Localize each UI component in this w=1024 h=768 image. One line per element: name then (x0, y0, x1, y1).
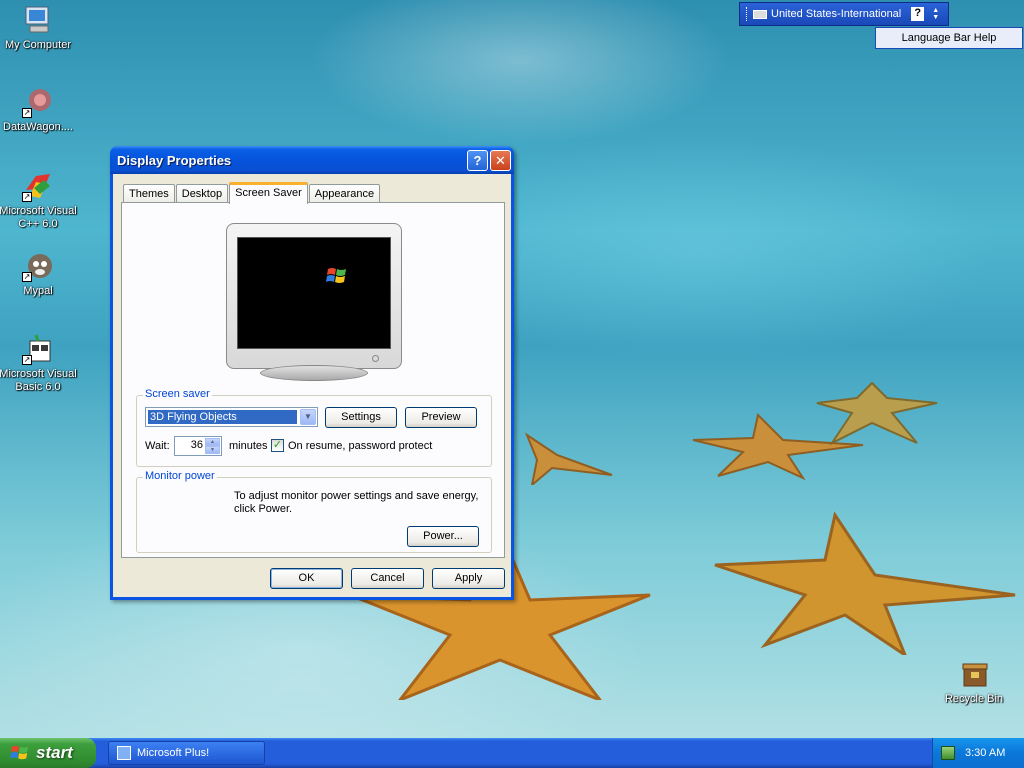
title-bar[interactable]: Display Properties ? ✕ (110, 146, 514, 174)
wait-label: Wait: (145, 440, 170, 452)
ok-button[interactable]: OK (270, 568, 343, 589)
password-protect-label[interactable]: On resume, password protect (288, 440, 432, 452)
mypal-icon: ↗ (22, 250, 54, 282)
keyboard-icon (753, 9, 767, 19)
cancel-button[interactable]: Cancel (351, 568, 424, 589)
monitor-power-description: To adjust monitor power settings and sav… (234, 490, 479, 515)
desktop-icon-visual-basic[interactable]: ↗ Microsoft Visual Basic 6.0 (0, 333, 78, 394)
desktop-icon-mypal[interactable]: ↗ Mypal (0, 250, 78, 298)
desktop-icon-visual-cpp[interactable]: ↗ Microsoft Visual C++ 6.0 (0, 170, 78, 231)
options-arrows-icon[interactable]: ▲ ▼ (932, 7, 939, 21)
clock[interactable]: 3:30 AM (965, 747, 1005, 759)
screen-saver-select[interactable]: 3D Flying Objects ▼ (145, 407, 318, 427)
taskbar: start Microsoft Plus! 3:30 AM (0, 738, 1024, 768)
spin-down-icon[interactable]: ▼ (205, 446, 220, 454)
start-button[interactable]: start (0, 738, 96, 768)
shortcut-arrow-icon: ↗ (22, 272, 32, 282)
language-bar-tooltip[interactable]: Language Bar Help (875, 27, 1023, 49)
windows-flag-icon (10, 745, 29, 760)
power-button[interactable]: Power... (407, 526, 479, 547)
recycle-bin-icon (958, 658, 990, 690)
microsoft-plus-icon (117, 746, 131, 760)
tray-network-icon[interactable] (941, 746, 955, 760)
power-led-icon (372, 355, 379, 362)
grip-handle[interactable] (746, 7, 749, 21)
screen-saver-panel: Screen saver 3D Flying Objects ▼ Setting… (121, 202, 505, 558)
language-bar[interactable]: United States-International ? ▲ ▼ (739, 2, 949, 26)
help-button[interactable]: ? (467, 150, 488, 171)
computer-icon (22, 4, 54, 36)
language-label[interactable]: United States-International (771, 8, 901, 20)
chevron-down-icon[interactable]: ▼ (300, 409, 316, 425)
password-protect-checkbox[interactable]: ✓ (271, 439, 284, 452)
screen-saver-selected: 3D Flying Objects (148, 410, 297, 424)
shortcut-arrow-icon: ↗ (22, 108, 32, 118)
desktop-icon-label: Microsoft Visual Basic 6.0 (0, 368, 77, 393)
shortcut-arrow-icon: ↗ (22, 355, 32, 365)
starfish-decoration (816, 381, 938, 446)
spin-up-icon[interactable]: ▲ (205, 438, 220, 446)
tab-themes[interactable]: Themes (123, 184, 175, 204)
window-title: Display Properties (117, 152, 232, 168)
monitor-power-group: Monitor power To adjust monitor power se… (136, 470, 492, 553)
windows-flag-icon (326, 268, 346, 283)
desktop-icon-label: Microsoft Visual C++ 6.0 (0, 205, 77, 230)
display-properties-window: Display Properties ? ✕ Themes Desktop Sc… (110, 146, 514, 600)
preview-button[interactable]: Preview (405, 407, 477, 428)
close-button[interactable]: ✕ (490, 150, 511, 171)
start-label: start (36, 743, 73, 762)
tab-appearance[interactable]: Appearance (308, 184, 381, 204)
taskbar-item-microsoft-plus[interactable]: Microsoft Plus! (108, 741, 265, 765)
shortcut-arrow-icon: ↗ (22, 192, 32, 202)
wait-minutes-spinner[interactable]: 36 ▲ ▼ (174, 436, 222, 456)
starfish-decoration (714, 511, 1016, 655)
desktop-icon-recycle-bin[interactable]: Recycle Bin (934, 658, 1014, 706)
desktop-icon-label: Recycle Bin (944, 693, 1004, 705)
help-icon[interactable]: ? (911, 7, 925, 21)
monitor-preview (226, 223, 402, 369)
starfish-decoration (524, 432, 613, 485)
desktop-icon-label: Mypal (23, 285, 53, 297)
screen-saver-group-label: Screen saver (143, 388, 212, 400)
visual-cpp-icon: ↗ (22, 170, 54, 202)
system-tray: 3:30 AM (932, 738, 1024, 768)
visual-basic-icon: ↗ (22, 333, 54, 365)
wait-value[interactable]: 36 (191, 439, 203, 451)
desktop-icon-my-computer[interactable]: My Computer (0, 4, 78, 52)
desktop-icon-label: DataWagon.... (3, 121, 73, 133)
desktop-icon-label: My Computer (4, 39, 72, 51)
preview-screen (237, 237, 391, 349)
tab-desktop[interactable]: Desktop (175, 184, 229, 204)
datawagon-icon: ↗ (22, 86, 54, 118)
taskbar-item-label: Microsoft Plus! (137, 747, 210, 759)
tab-strip: Themes Desktop Screen Saver Appearance (123, 182, 381, 204)
desktop-icon-datawagon[interactable]: ↗ DataWagon.... (0, 86, 78, 134)
apply-button[interactable]: Apply (432, 568, 505, 589)
screen-saver-group: Screen saver 3D Flying Objects ▼ Setting… (136, 388, 492, 467)
monitor-stand (260, 365, 368, 381)
minutes-label: minutes (229, 440, 268, 452)
monitor-power-group-label: Monitor power (143, 470, 217, 482)
tab-screen-saver[interactable]: Screen Saver (229, 182, 308, 204)
settings-button[interactable]: Settings (325, 407, 397, 428)
